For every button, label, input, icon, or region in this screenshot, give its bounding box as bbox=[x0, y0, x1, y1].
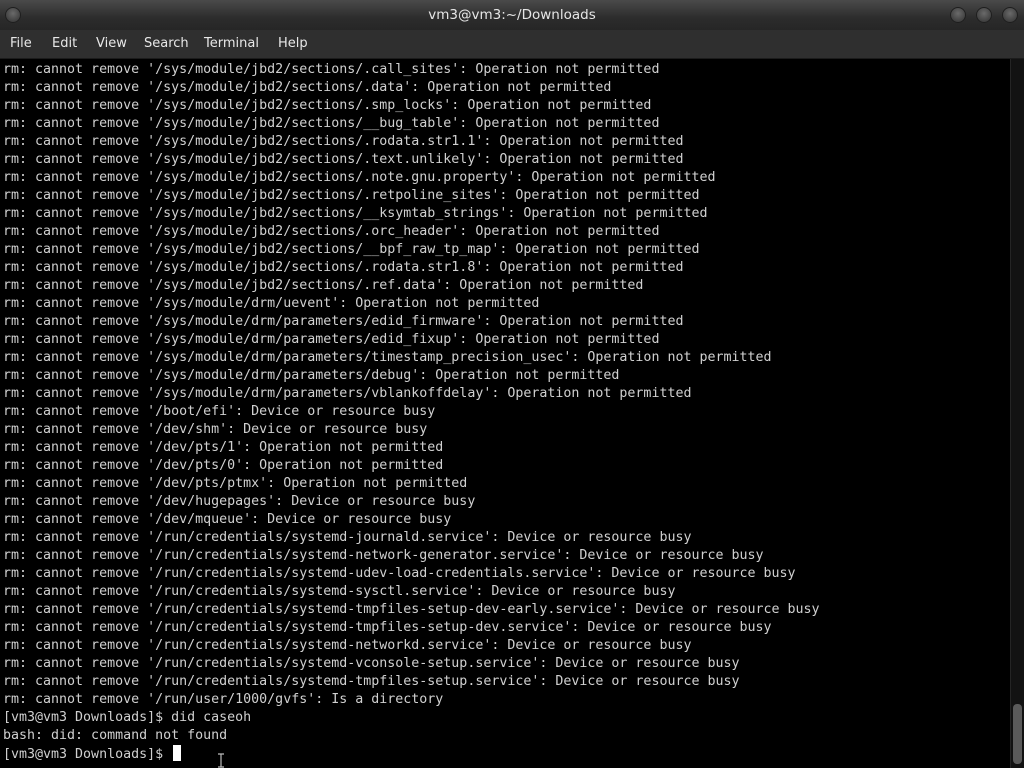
close-button[interactable] bbox=[1002, 7, 1018, 23]
terminal-line: rm: cannot remove '/dev/pts/1': Operatio… bbox=[3, 440, 444, 455]
terminal-line: rm: cannot remove '/sys/module/jbd2/sect… bbox=[3, 242, 700, 257]
menu-edit[interactable]: Edit bbox=[52, 30, 77, 58]
terminal-line: rm: cannot remove '/run/credentials/syst… bbox=[3, 656, 740, 671]
menu-view[interactable]: View bbox=[96, 30, 127, 58]
terminal-line: rm: cannot remove '/dev/pts/ptmx': Opera… bbox=[3, 476, 468, 491]
terminal-output[interactable]: rm: cannot remove '/sys/module/jbd2/sect… bbox=[0, 59, 1010, 768]
terminal-line: rm: cannot remove '/sys/module/jbd2/sect… bbox=[3, 98, 652, 113]
terminal-line: rm: cannot remove '/run/credentials/syst… bbox=[3, 566, 796, 581]
text-cursor bbox=[173, 745, 182, 761]
menu-help[interactable]: Help bbox=[278, 30, 308, 58]
terminal-line: rm: cannot remove '/dev/hugepages': Devi… bbox=[3, 494, 476, 509]
scrollbar[interactable] bbox=[1010, 59, 1024, 768]
terminal-line: rm: cannot remove '/sys/module/drm/param… bbox=[3, 350, 772, 365]
terminal-line: rm: cannot remove '/sys/module/drm/ueven… bbox=[3, 296, 540, 311]
scrollbar-thumb[interactable] bbox=[1013, 704, 1022, 764]
terminal-line: rm: cannot remove '/dev/mqueue': Device … bbox=[3, 512, 452, 527]
terminal-line: rm: cannot remove '/sys/module/drm/param… bbox=[3, 314, 684, 329]
terminal-line: rm: cannot remove '/sys/module/drm/param… bbox=[3, 386, 692, 401]
terminal-line: rm: cannot remove '/sys/module/jbd2/sect… bbox=[3, 260, 684, 275]
terminal-line: rm: cannot remove '/run/user/1000/gvfs':… bbox=[3, 692, 444, 707]
maximize-button[interactable] bbox=[976, 7, 992, 23]
terminal-line: rm: cannot remove '/sys/module/jbd2/sect… bbox=[3, 170, 716, 185]
terminal-line: rm: cannot remove '/run/credentials/syst… bbox=[3, 620, 772, 635]
terminal-line: rm: cannot remove '/run/credentials/syst… bbox=[3, 638, 692, 653]
terminal-line: rm: cannot remove '/sys/module/jbd2/sect… bbox=[3, 206, 708, 221]
terminal-line: rm: cannot remove '/sys/module/jbd2/sect… bbox=[3, 278, 644, 293]
minimize-button[interactable] bbox=[950, 7, 966, 23]
title-bar: vm3@vm3:~/Downloads bbox=[0, 0, 1024, 30]
menu-bar: File Edit View Search Terminal Help bbox=[0, 30, 1024, 59]
terminal-line: rm: cannot remove '/run/credentials/syst… bbox=[3, 548, 764, 563]
menu-file[interactable]: File bbox=[10, 30, 32, 58]
window-title: vm3@vm3:~/Downloads bbox=[428, 7, 596, 23]
terminal-line: rm: cannot remove '/dev/shm': Device or … bbox=[3, 422, 428, 437]
terminal-line: rm: cannot remove '/sys/module/jbd2/sect… bbox=[3, 188, 700, 203]
terminal-line: bash: did: command not found bbox=[3, 728, 228, 743]
terminal-line: rm: cannot remove '/run/credentials/syst… bbox=[3, 674, 740, 689]
mouse-ibeam-icon bbox=[218, 753, 224, 768]
terminal-line: rm: cannot remove '/sys/module/jbd2/sect… bbox=[3, 134, 684, 149]
terminal-line: rm: cannot remove '/sys/module/jbd2/sect… bbox=[3, 116, 660, 131]
prompt-line[interactable]: [vm3@vm3 Downloads]$ bbox=[3, 745, 182, 763]
terminal-line: rm: cannot remove '/sys/module/drm/param… bbox=[3, 368, 620, 383]
terminal-line: rm: cannot remove '/sys/module/jbd2/sect… bbox=[3, 224, 660, 239]
terminal-line: rm: cannot remove '/run/credentials/syst… bbox=[3, 584, 676, 599]
terminal-line: rm: cannot remove '/sys/module/jbd2/sect… bbox=[3, 152, 684, 167]
terminal-line: rm: cannot remove '/sys/module/jbd2/sect… bbox=[3, 62, 660, 77]
terminal-line: [vm3@vm3 Downloads]$ did caseoh bbox=[3, 710, 252, 725]
terminal-line: rm: cannot remove '/sys/module/drm/param… bbox=[3, 332, 660, 347]
menu-terminal[interactable]: Terminal bbox=[204, 30, 259, 58]
terminal-line: rm: cannot remove '/dev/pts/0': Operatio… bbox=[3, 458, 444, 473]
terminal-line: rm: cannot remove '/run/credentials/syst… bbox=[3, 602, 820, 617]
menu-search[interactable]: Search bbox=[144, 30, 189, 58]
shell-prompt: [vm3@vm3 Downloads]$ bbox=[3, 747, 172, 762]
terminal-line: rm: cannot remove '/sys/module/jbd2/sect… bbox=[3, 80, 612, 95]
terminal-line: rm: cannot remove '/run/credentials/syst… bbox=[3, 530, 692, 545]
terminal-line: rm: cannot remove '/boot/efi': Device or… bbox=[3, 404, 436, 419]
